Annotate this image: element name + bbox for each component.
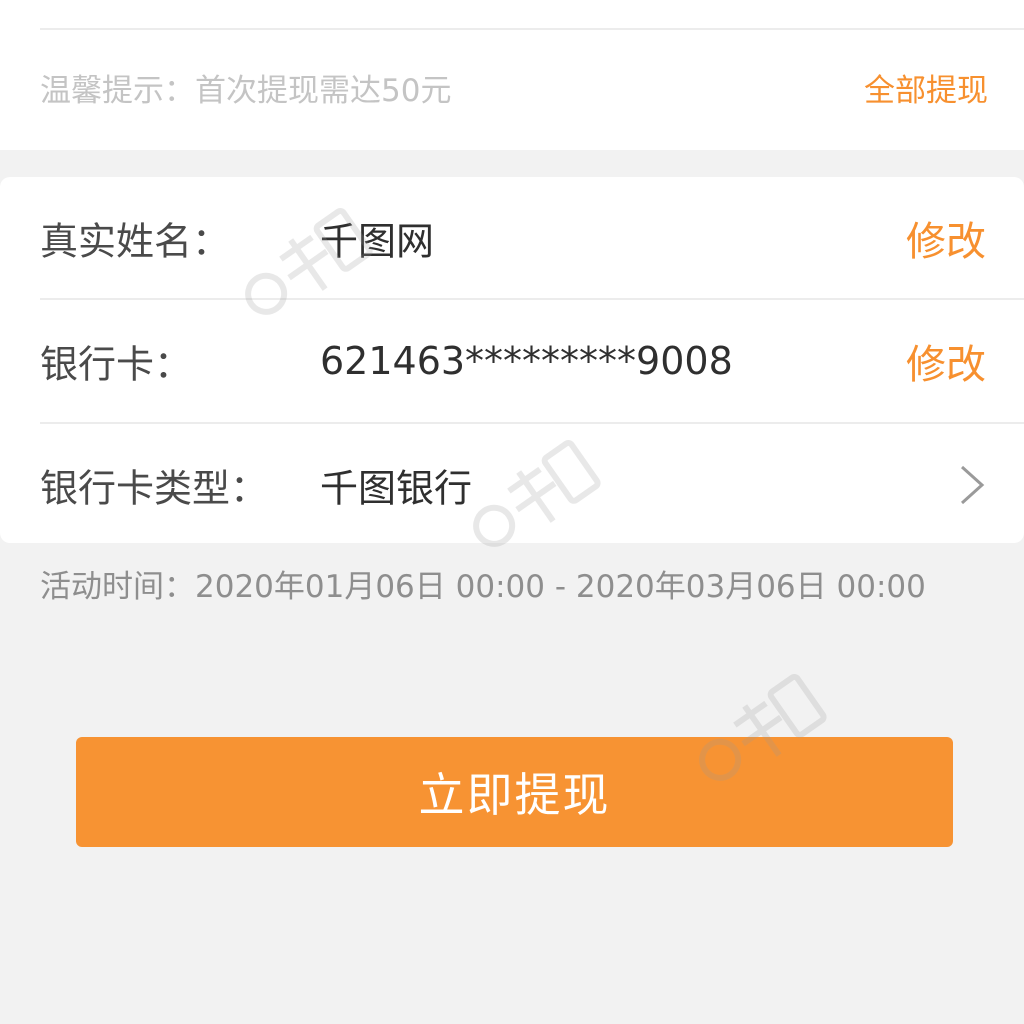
real-name-label: 真实姓名： [40, 219, 231, 264]
activity-time-text: 活动时间：2020年01月06日 00:00 - 2020年03月06日 00:… [40, 569, 926, 605]
withdraw-now-label: 立即提现 [418, 768, 611, 822]
withdraw-now-button[interactable]: 立即提现 [76, 737, 953, 847]
edit-bank-card-button[interactable]: 修改 [906, 332, 986, 390]
account-info-card: 真实姓名： 千图网 修改 银行卡： 621463*********9008 修改… [0, 177, 1024, 543]
bank-card-type-value: 千图银行 [320, 466, 473, 511]
bank-card-type-label: 银行卡类型： [40, 466, 269, 511]
bank-card-type-row[interactable]: 银行卡类型： 千图银行 [0, 424, 1024, 546]
chevron-right-icon[interactable] [958, 463, 986, 507]
bank-card-label: 银行卡： [40, 342, 193, 387]
real-name-value: 千图网 [320, 219, 435, 264]
bank-card-number: 621463*********9008 [320, 339, 733, 383]
withdraw-all-link[interactable]: 全部提现 [864, 68, 988, 114]
edit-name-button[interactable]: 修改 [906, 209, 986, 267]
divider [40, 28, 1024, 30]
real-name-row: 真实姓名： 千图网 修改 [0, 177, 1024, 299]
bank-card-row: 银行卡： 621463*********9008 修改 [0, 300, 1024, 422]
withdraw-tip-card: 温馨提示：首次提现需达50元 全部提现 [0, 0, 1024, 150]
withdraw-tip-text: 温馨提示：首次提现需达50元 [40, 73, 452, 109]
